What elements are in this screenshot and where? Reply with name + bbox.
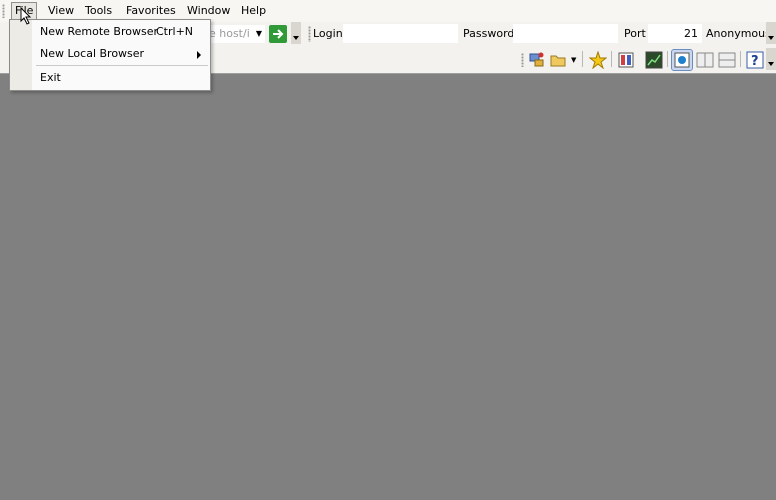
chevron-down-icon[interactable]: ▼ — [571, 56, 576, 64]
graph-icon[interactable] — [645, 51, 663, 69]
file-dropdown-menu: New Remote Browser Ctrl+N New Local Brow… — [9, 19, 211, 91]
toolbar2-grip[interactable] — [521, 53, 524, 67]
favorites-star-icon[interactable] — [588, 50, 608, 70]
menu-separator — [36, 65, 208, 66]
menu-tools[interactable]: Tools — [82, 3, 115, 19]
menubar-grip[interactable] — [2, 4, 5, 18]
menu-favorites-label: Favorites — [126, 4, 176, 17]
login-field[interactable] — [343, 24, 458, 43]
app-window: File View Tools Favorites Window Help he… — [0, 0, 776, 500]
menu-view[interactable]: View — [45, 3, 77, 19]
toolbar-separator — [611, 51, 612, 67]
new-remote-shortcut: Ctrl+N — [156, 25, 194, 38]
exit-label: Exit — [40, 71, 61, 84]
connection-overflow-button[interactable] — [766, 22, 776, 44]
svg-text:?: ? — [751, 54, 759, 69]
split-vertical-icon[interactable] — [696, 51, 714, 69]
port-value: 21 — [684, 27, 698, 40]
menu-favorites[interactable]: Favorites — [123, 3, 179, 19]
menu-window-label: Window — [187, 4, 231, 17]
toolbar-grip[interactable] — [308, 26, 311, 42]
menu-icon-gutter — [10, 20, 32, 90]
menu-view-label: View — [48, 4, 75, 17]
single-pane-icon[interactable] — [671, 49, 693, 71]
anonymous-label[interactable]: Anonymous — [706, 27, 771, 40]
toolbar-overflow-button[interactable] — [291, 22, 301, 44]
mouse-cursor-icon — [20, 7, 32, 25]
transfer-queue-icon[interactable] — [617, 51, 635, 69]
workspace-area — [0, 74, 776, 500]
port-label: Port — [624, 27, 646, 40]
menu-exit[interactable]: Exit — [40, 68, 205, 88]
menu-help-label: Help — [241, 4, 267, 17]
toolbar-separator — [582, 51, 583, 67]
toolbar-separator — [667, 51, 668, 67]
toolbar-separator — [740, 51, 741, 67]
new-remote-label: New Remote Browser — [40, 25, 159, 38]
main-toolbar-overflow-button[interactable] — [766, 48, 776, 70]
new-local-label: New Local Browser — [40, 47, 145, 60]
password-label: Password — [463, 27, 515, 40]
arrow-right-icon — [273, 29, 284, 39]
submenu-arrow-icon — [197, 51, 201, 59]
chevron-down-icon[interactable]: ▼ — [253, 25, 265, 43]
open-folder-icon[interactable] — [550, 51, 568, 69]
menu-tools-label: Tools — [85, 4, 113, 17]
help-icon[interactable]: ? — [746, 51, 764, 69]
menu-new-remote-browser[interactable]: New Remote Browser Ctrl+N — [40, 22, 205, 42]
menu-help[interactable]: Help — [238, 3, 269, 19]
split-horizontal-icon[interactable] — [718, 51, 736, 69]
connect-go-button[interactable] — [269, 25, 287, 43]
connect-icon[interactable] — [528, 51, 546, 69]
login-label: Login — [313, 27, 343, 40]
menu-window[interactable]: Window — [184, 3, 233, 19]
menu-new-local-browser[interactable]: New Local Browser — [40, 44, 205, 64]
password-field[interactable] — [513, 24, 618, 43]
